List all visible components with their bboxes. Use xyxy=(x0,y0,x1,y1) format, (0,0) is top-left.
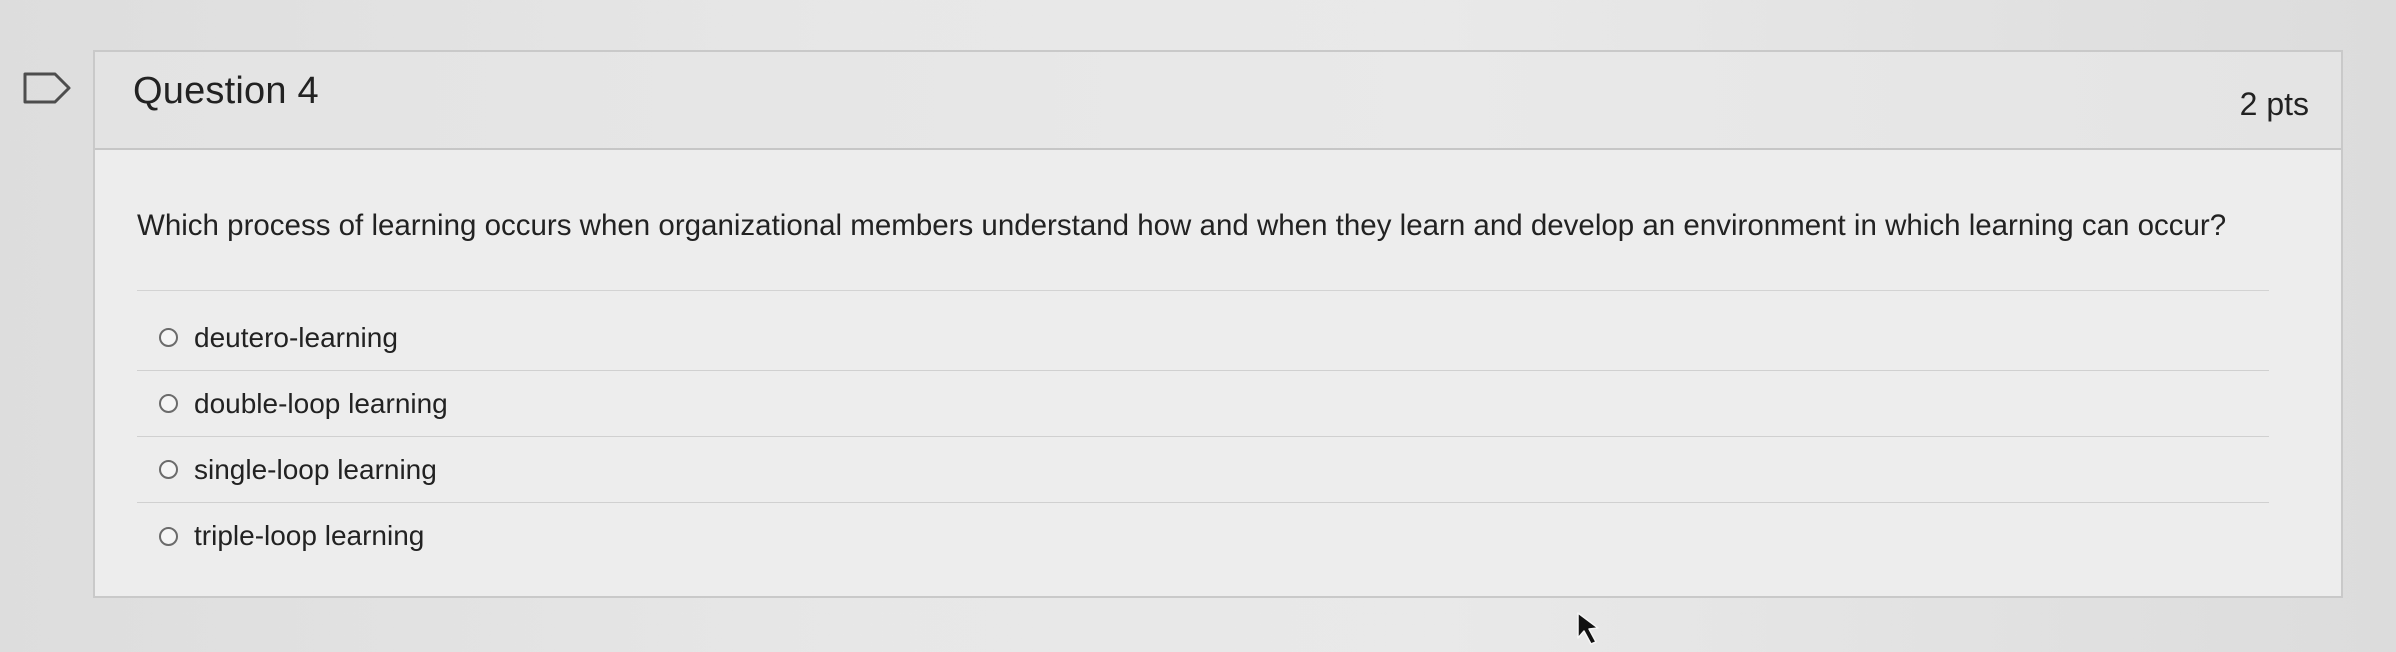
radio-button-icon[interactable] xyxy=(159,460,178,480)
answer-label[interactable]: double-loop learning xyxy=(194,388,448,420)
question-body: Which process of learning occurs when or… xyxy=(95,150,2341,569)
answer-label[interactable]: triple-loop learning xyxy=(194,520,424,552)
answer-label[interactable]: single-loop learning xyxy=(194,454,437,486)
answer-option[interactable]: deutero-learning xyxy=(137,305,2269,372)
question-points: 2 pts xyxy=(2239,86,2309,122)
radio-button-icon[interactable] xyxy=(159,328,178,348)
question-card: Question 4 2 pts Which process of learni… xyxy=(93,50,2343,598)
answer-option[interactable]: double-loop learning xyxy=(137,371,2269,438)
answer-list: deutero-learning double-loop learning si… xyxy=(137,305,2269,569)
answer-label[interactable]: deutero-learning xyxy=(194,322,398,354)
question-text: Which process of learning occurs when or… xyxy=(137,209,2227,242)
question-header: Question 4 2 pts xyxy=(95,52,2341,150)
question-divider xyxy=(137,290,2269,292)
radio-button-icon[interactable] xyxy=(159,394,178,414)
flag-question-icon[interactable] xyxy=(22,70,74,106)
radio-button-icon[interactable] xyxy=(159,526,178,546)
mouse-pointer-icon xyxy=(1574,611,1602,647)
answer-option[interactable]: triple-loop learning xyxy=(137,503,2269,569)
question-title: Question 4 xyxy=(133,70,319,112)
answer-option[interactable]: single-loop learning xyxy=(137,437,2269,504)
